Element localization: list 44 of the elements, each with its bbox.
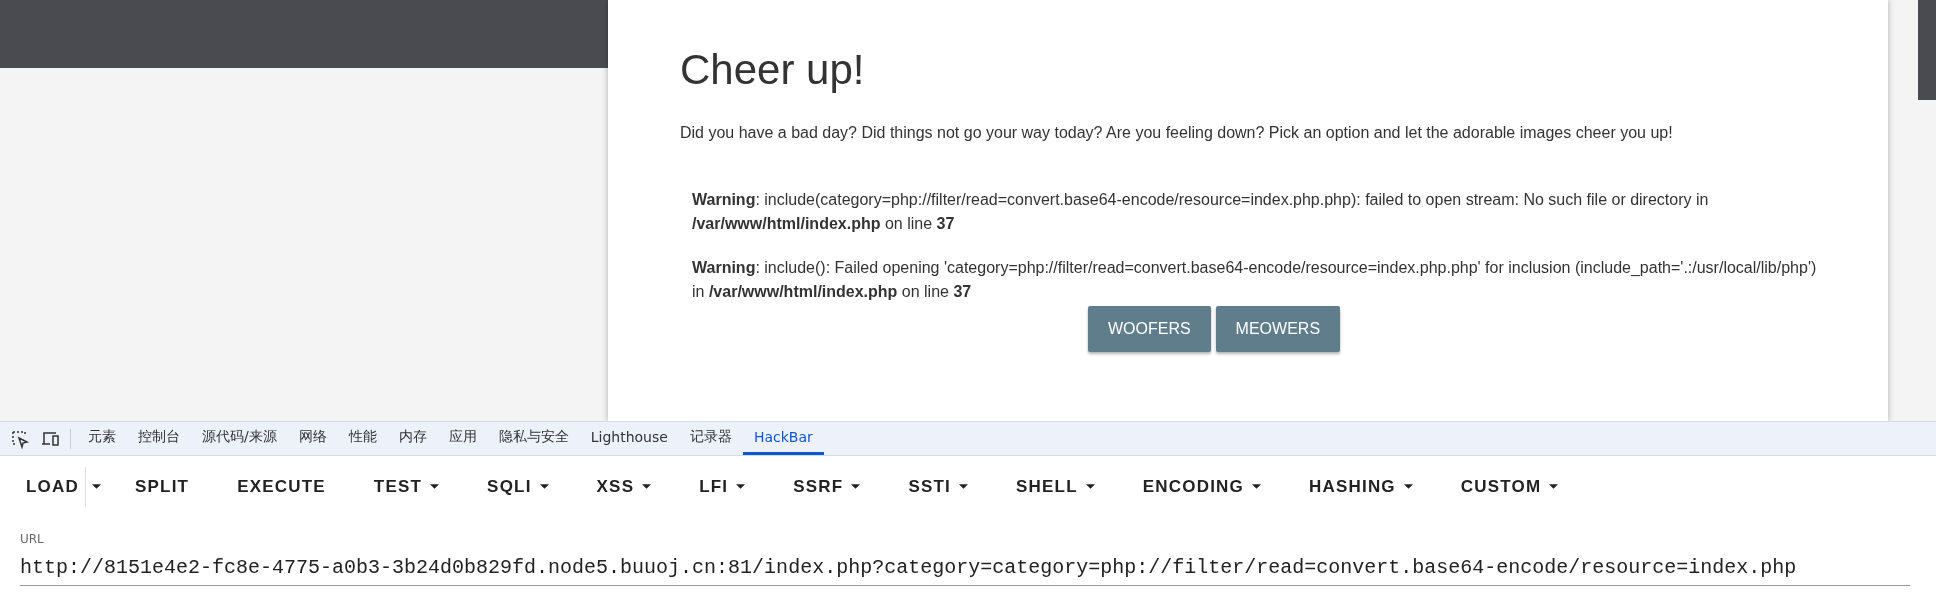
devtools-tab[interactable]: 元素: [77, 422, 127, 455]
toolbar-menu-button[interactable]: XSS: [584, 467, 668, 507]
caret-icon: [1403, 484, 1413, 490]
caret-icon: [642, 484, 652, 490]
devtools-tab[interactable]: 控制台: [127, 422, 191, 455]
devtools-tab[interactable]: 源代码/来源: [191, 422, 288, 455]
caret-icon: [736, 484, 746, 490]
toolbar-menu-button[interactable]: ENCODING: [1130, 467, 1277, 507]
caret-icon: [1252, 484, 1261, 490]
toolbar-menu-button[interactable]: TEST: [361, 467, 456, 507]
toolbar-button[interactable]: SPLIT: [122, 467, 206, 507]
caret-icon: [430, 484, 440, 490]
devtools-tab[interactable]: 性能: [337, 422, 388, 455]
inspect-icon[interactable]: [10, 428, 30, 449]
toolbar-menu-button[interactable]: LFI: [687, 467, 762, 507]
devtools-tab[interactable]: 应用: [437, 422, 488, 455]
url-label: URL: [20, 532, 45, 546]
devtools-tab[interactable]: 隐私与安全: [487, 422, 580, 455]
caret-icon: [539, 484, 549, 490]
devtools-tab[interactable]: Lighthouse: [579, 422, 679, 455]
choice-button[interactable]: WOOFERS: [1087, 306, 1211, 352]
caret-icon: [1085, 484, 1095, 490]
toolbar-menu-button[interactable]: SSTI: [896, 467, 985, 507]
devtools-tab[interactable]: 记录器: [678, 422, 743, 455]
toolbar-menu-button[interactable]: SQLI: [475, 467, 565, 507]
toolbar-button[interactable]: LOAD: [14, 467, 95, 507]
intro-text: Did you have a bad day? Did things not go your way today? Are you feeling down? Pick an option and let the adorable images cheer you up!: [680, 124, 1674, 142]
page-title: Cheer up!: [680, 46, 866, 94]
toolbar-menu-button[interactable]: SHELL: [1004, 467, 1111, 507]
devtools-tab[interactable]: HackBar: [742, 422, 824, 455]
toolbar-menu-button[interactable]: HASHING: [1297, 467, 1429, 507]
caret-icon: [91, 484, 101, 490]
warning-message: Warning: include(): Failed opening 'category=php://filter/read=convert.base64-encode/resource=index.php.php' for inclusion (include_path='.:/usr/local/lib/php') in /var/www/html/index.php on line 37: [692, 258, 1818, 302]
caret-icon: [851, 484, 861, 490]
devtools-tab[interactable]: 网络: [287, 422, 338, 455]
devtools-tab[interactable]: 内存: [387, 422, 438, 455]
url-field[interactable]: http://8151e4e2-fc8e-4775-a0b3-3b24d0b829fd.node5.buuoj.cn:81/index.php?category=category=php://filter/read=convert.base64-encode/resource=index.php: [20, 546, 1910, 586]
toolbar-menu-button[interactable]: SSRF: [781, 467, 877, 507]
toolbar-button[interactable]: EXECUTE: [225, 467, 342, 507]
caret-icon: [1549, 484, 1559, 490]
toolbar-menu-button[interactable]: CUSTOM: [1448, 467, 1575, 507]
choice-button[interactable]: MEOWERS: [1215, 306, 1341, 352]
warning-message: Warning: include(category=php://filter/read=convert.base64-encode/resource=index.php.php): failed to open stream: No such file or directory in /var/www/html/index.php on line 37: [692, 190, 1710, 234]
caret-icon: [959, 484, 969, 490]
